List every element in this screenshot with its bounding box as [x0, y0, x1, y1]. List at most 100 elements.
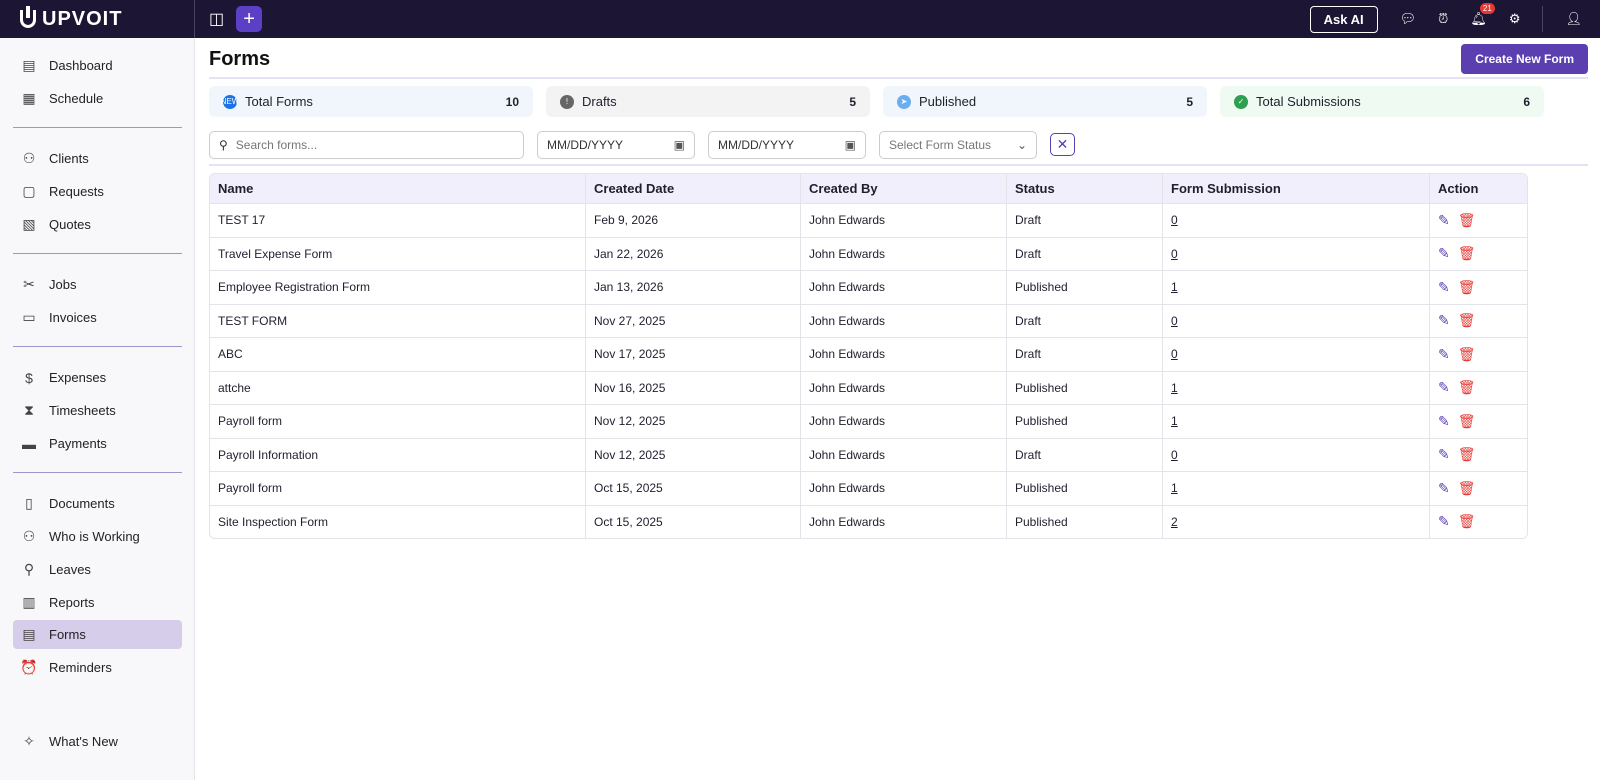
brand-logo[interactable]: UPVOIT: [0, 0, 195, 38]
search-input[interactable]: ⚲ Search forms...: [209, 131, 524, 159]
sidebar-item-dashboard[interactable]: ▤ Dashboard: [13, 51, 182, 80]
submission-count-link[interactable]: 1: [1171, 280, 1178, 294]
table-row[interactable]: Payroll Information Nov 12, 2025 John Edwa…: [210, 437, 1527, 472]
table-row[interactable]: Payroll form Oct 15, 2025 John Edwards Publ…: [210, 471, 1527, 505]
delete-trash-icon[interactable]: 🗑︎: [1458, 245, 1476, 261]
chat-icon[interactable]: 💬︎: [1400, 11, 1417, 27]
documents-icon: ▯: [25, 495, 33, 511]
cell-created-by: John Edwards: [801, 270, 1007, 304]
cell-name: Payroll form: [210, 404, 586, 438]
cell-status: Draft: [1007, 236, 1163, 270]
delete-trash-icon[interactable]: 🗑︎: [1458, 513, 1476, 529]
sidebar-item-quotes[interactable]: ▧ Quotes: [13, 210, 182, 239]
sidebar-item-leaves[interactable]: ⚲ Leaves: [13, 555, 182, 584]
submission-count-link[interactable]: 0: [1171, 347, 1178, 361]
calendar-icon[interactable]: ▣: [845, 138, 856, 152]
submission-count-link[interactable]: 0: [1171, 314, 1178, 328]
table-row[interactable]: Payroll form Nov 12, 2025 John Edwards Publ…: [210, 404, 1527, 438]
table-row[interactable]: TEST 17 Feb 9, 2026 John Edwards Draft 0 ✎ 🗑︎: [210, 203, 1527, 237]
edit-pencil-icon[interactable]: ✎: [1438, 279, 1450, 295]
delete-trash-icon[interactable]: 🗑︎: [1458, 346, 1476, 362]
stat-card-total-forms[interactable]: NEW Total Forms 10: [209, 86, 533, 117]
submission-count-link[interactable]: 1: [1171, 414, 1178, 428]
end-date-input[interactable]: MM/DD/YYYY ▣: [708, 131, 866, 159]
form-status-select[interactable]: Select Form Status ⌄: [879, 131, 1037, 159]
cell-form-submission: 2: [1163, 504, 1430, 538]
submission-count-link[interactable]: 0: [1171, 247, 1178, 261]
quotes-icon: ▧: [22, 216, 36, 232]
sidebar-toggle-icon[interactable]: ◫: [209, 9, 224, 29]
cell-action: ✎ 🗑︎: [1430, 236, 1527, 271]
edit-pencil-icon[interactable]: ✎: [1438, 513, 1450, 529]
notifications-bell-icon[interactable]: 🔔︎ 21: [1470, 3, 1495, 27]
edit-pencil-icon[interactable]: ✎: [1438, 379, 1450, 395]
submission-count-link[interactable]: 1: [1171, 481, 1178, 495]
submission-count-link[interactable]: 1: [1171, 381, 1178, 395]
submission-count-link[interactable]: 0: [1171, 213, 1178, 227]
stat-card-published[interactable]: ➤ Published 5: [883, 86, 1207, 117]
edit-pencil-icon[interactable]: ✎: [1438, 245, 1450, 261]
delete-trash-icon[interactable]: 🗑︎: [1458, 279, 1476, 295]
sidebar-divider: [13, 253, 182, 254]
column-header-form-submission: Form Submission: [1163, 174, 1430, 203]
clear-filters-button[interactable]: ✕: [1050, 133, 1075, 156]
sidebar-item-documents[interactable]: ▯ Documents: [13, 489, 182, 518]
sidebar-item-forms[interactable]: ▤ Forms: [13, 620, 182, 649]
calendar-icon[interactable]: ▣: [674, 138, 685, 152]
edit-pencil-icon[interactable]: ✎: [1438, 346, 1450, 362]
schedule-icon: ▦: [22, 90, 36, 106]
sidebar-divider: [13, 472, 182, 473]
stat-card-total-submissions[interactable]: ✓ Total Submissions 6: [1220, 86, 1544, 117]
sidebar-item-timesheets[interactable]: ⧗ Timesheets: [13, 396, 182, 425]
cell-created-by: John Edwards: [801, 404, 1007, 438]
table-row[interactable]: Employee Registration Form Jan 13, 2026 Jo…: [210, 270, 1527, 304]
sidebar-item-jobs[interactable]: ✂ Jobs: [13, 270, 182, 299]
what-s-new-icon: ✧: [23, 733, 35, 749]
table-row[interactable]: Travel Expense Form Jan 22, 2026 John Edwa…: [210, 236, 1527, 271]
cell-name: attche: [210, 370, 586, 404]
stat-card-drafts[interactable]: ! Drafts 5: [546, 86, 870, 117]
delete-trash-icon[interactable]: 🗑︎: [1458, 312, 1476, 328]
cell-status: Published: [1007, 404, 1163, 438]
delete-trash-icon[interactable]: 🗑︎: [1458, 480, 1476, 496]
user-profile-icon[interactable]: 👤︎: [1565, 11, 1582, 27]
delete-trash-icon[interactable]: 🗑︎: [1458, 379, 1476, 395]
create-new-form-button[interactable]: Create New Form: [1461, 44, 1588, 74]
sidebar-item-clients[interactable]: ⚇ Clients: [13, 144, 182, 173]
settings-gear-icon[interactable]: ⚙: [1509, 11, 1521, 27]
column-header-created-date: Created Date: [586, 174, 801, 203]
sidebar-item-reports[interactable]: ▥ Reports: [13, 588, 182, 617]
delete-trash-icon[interactable]: 🗑︎: [1458, 413, 1476, 429]
quick-add-button[interactable]: +: [236, 6, 263, 32]
submission-count-link[interactable]: 0: [1171, 448, 1178, 462]
edit-pencil-icon[interactable]: ✎: [1438, 212, 1450, 228]
sidebar-item-schedule[interactable]: ▦ Schedule: [13, 84, 182, 113]
cell-action: ✎ 🗑︎: [1430, 404, 1527, 438]
cell-action: ✎ 🗑︎: [1430, 437, 1527, 472]
start-date-input[interactable]: MM/DD/YYYY ▣: [537, 131, 695, 159]
table-row[interactable]: attche Nov 16, 2025 John Edwards Published 1…: [210, 370, 1527, 404]
table-row[interactable]: ABC Nov 17, 2025 John Edwards Draft 0 ✎ 🗑︎: [210, 337, 1527, 371]
dashboard-icon: ▤: [22, 57, 36, 73]
expenses-icon: $: [25, 369, 33, 386]
edit-pencil-icon[interactable]: ✎: [1438, 446, 1450, 462]
ask-ai-button[interactable]: Ask AI: [1309, 5, 1378, 33]
delete-trash-icon[interactable]: 🗑︎: [1458, 212, 1476, 228]
table-row[interactable]: TEST FORM Nov 27, 2025 John Edwards Draft 0 ✎…: [210, 303, 1527, 337]
edit-pencil-icon[interactable]: ✎: [1438, 413, 1450, 429]
sidebar-item-payments[interactable]: ▬ Payments: [13, 429, 182, 458]
sidebar-item-who-is-working[interactable]: ⚇ Who is Working: [13, 522, 182, 551]
sidebar-item-label: Expenses: [49, 370, 107, 385]
edit-pencil-icon[interactable]: ✎: [1438, 480, 1450, 496]
edit-pencil-icon[interactable]: ✎: [1438, 312, 1450, 328]
sidebar-item-invoices[interactable]: ▭ Invoices: [13, 303, 182, 332]
sidebar-item-expenses[interactable]: $ Expenses: [13, 363, 182, 392]
sidebar-item-reminders[interactable]: ⏰ Reminders: [13, 653, 182, 682]
sidebar-item-what-s-new[interactable]: ✧ What's New: [13, 727, 182, 756]
cell-form-submission: 0: [1163, 203, 1430, 237]
delete-trash-icon[interactable]: 🗑︎: [1458, 446, 1476, 462]
alarm-icon[interactable]: ⏰︎: [1438, 11, 1448, 27]
sidebar-item-requests[interactable]: ▢ Requests: [13, 177, 182, 206]
submission-count-link[interactable]: 2: [1171, 515, 1178, 529]
table-row[interactable]: Site Inspection Form Oct 15, 2025 John Edw…: [210, 504, 1527, 538]
